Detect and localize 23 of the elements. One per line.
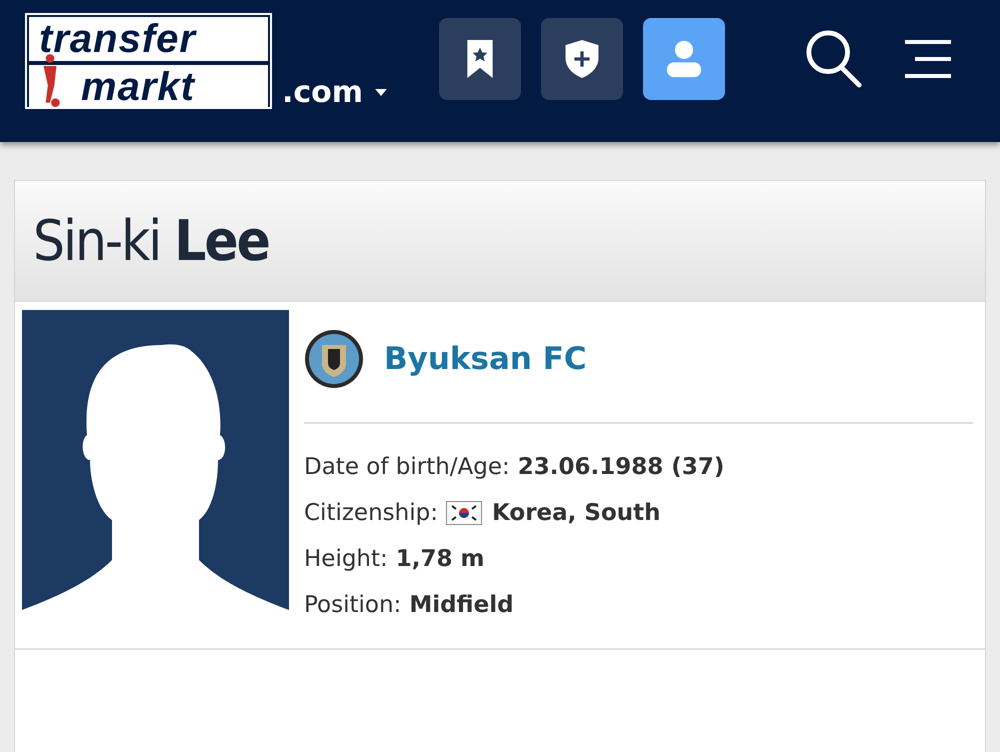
detail-value: 23.06.1988 (37) <box>518 454 724 480</box>
detail-label: Date of birth/Age: <box>304 454 510 480</box>
detail-label: Height: <box>304 546 388 572</box>
menu-icon[interactable] <box>903 39 954 79</box>
player-name: Sin-ki Lee <box>33 208 269 274</box>
logo-text: markt <box>29 65 268 109</box>
detail-value: Korea, South <box>492 500 661 526</box>
shield-icon <box>565 40 600 78</box>
caret-icon <box>375 88 388 96</box>
user-icon <box>667 40 702 78</box>
club-crest-icon <box>304 329 364 389</box>
club-link[interactable]: Byuksan FC <box>384 341 587 377</box>
detail-label: Position: <box>304 592 402 618</box>
detail-label: Citizenship: <box>304 500 438 526</box>
nav-button[interactable] <box>439 18 522 100</box>
nav-button[interactable] <box>541 18 624 100</box>
detail-value: 1,78 m <box>396 546 485 572</box>
flag-icon <box>446 501 482 525</box>
search-icon[interactable] <box>805 29 864 89</box>
domain-dropdown[interactable]: .com <box>282 74 388 110</box>
site-logo[interactable]: transfer markt <box>25 13 272 109</box>
detail-value: Midfield <box>409 592 514 618</box>
logo-text: transfer <box>29 17 268 61</box>
